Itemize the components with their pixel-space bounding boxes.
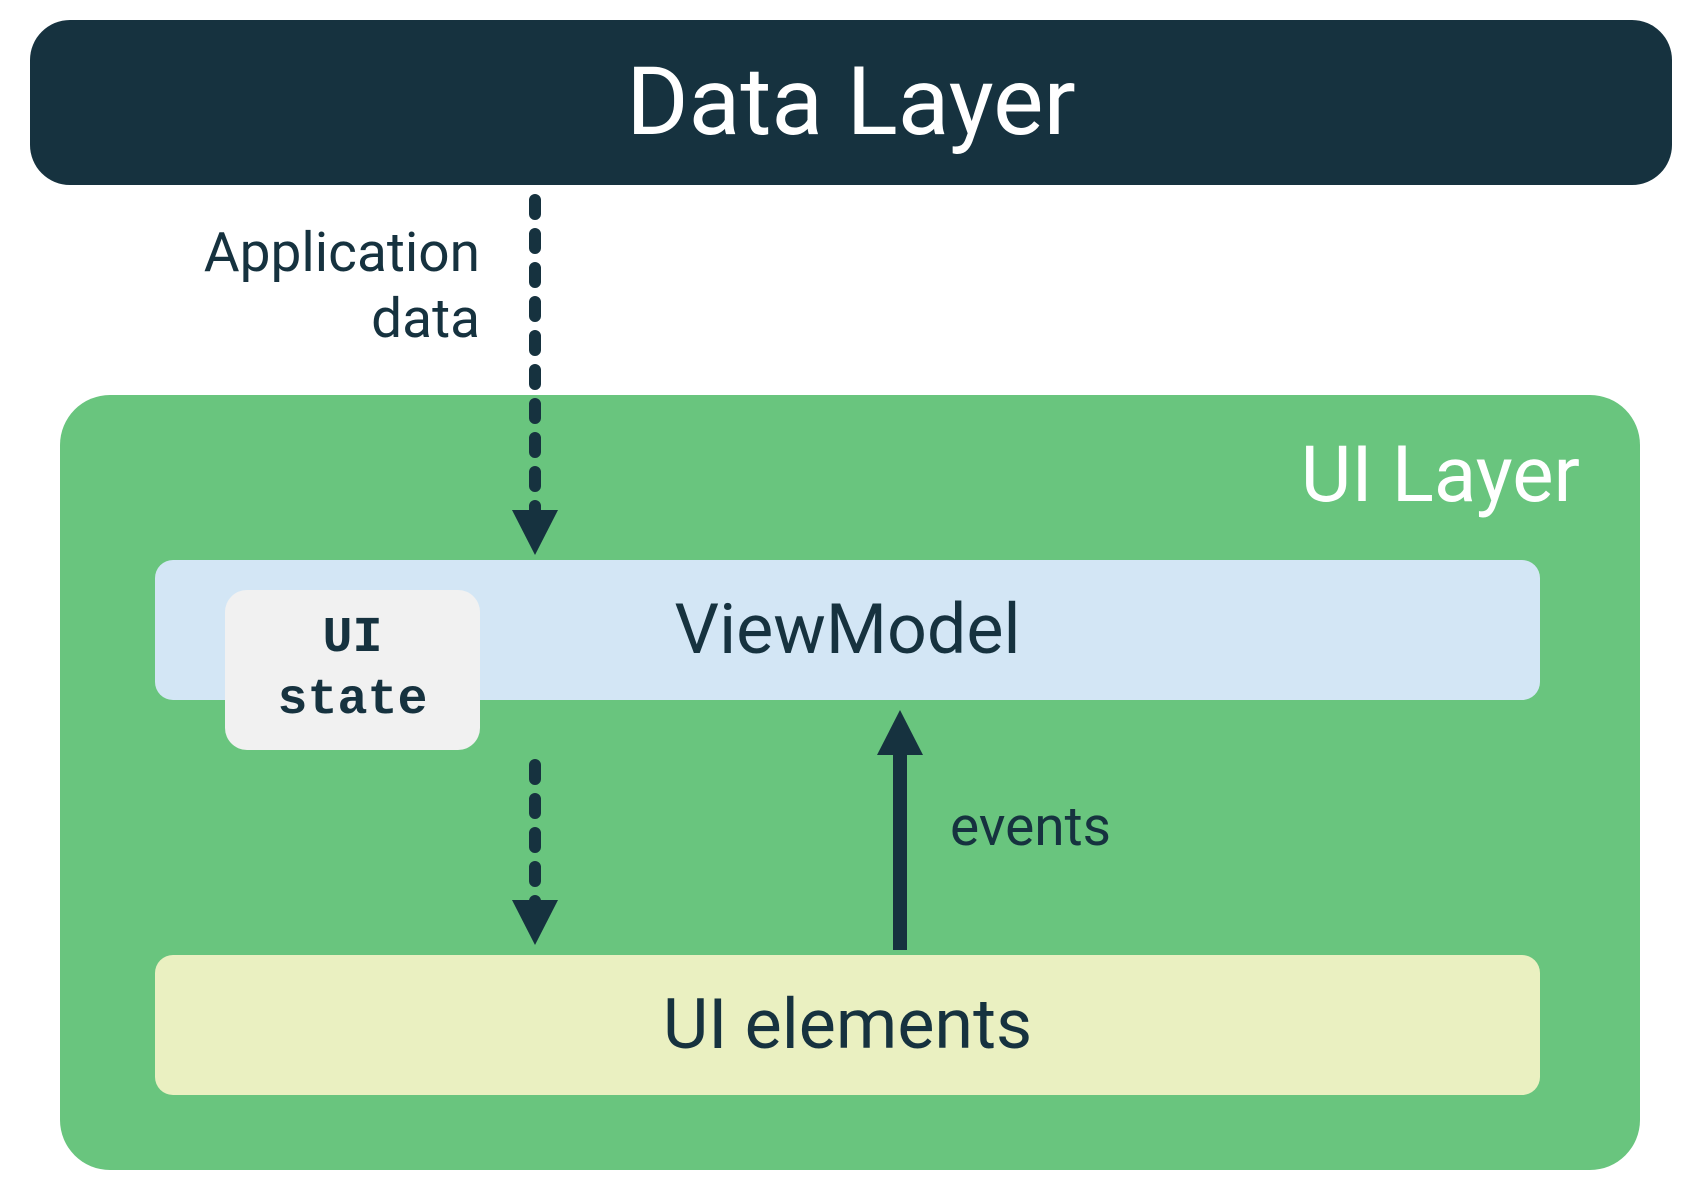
ui-elements-label: UI elements	[663, 984, 1032, 1066]
ui-layer-box: UI Layer ViewModel UI state UI elements …	[60, 395, 1640, 1170]
data-layer-box: Data Layer	[30, 20, 1672, 185]
data-layer-label: Data Layer	[626, 47, 1075, 158]
events-label: events	[950, 795, 1111, 859]
viewmodel-label: ViewModel	[675, 589, 1021, 671]
ui-layer-label: UI Layer	[1301, 430, 1580, 521]
ui-state-box: UI state	[225, 590, 480, 750]
application-data-label: Application data	[160, 220, 480, 352]
ui-state-label: UI state	[277, 608, 427, 733]
ui-elements-box: UI elements	[155, 955, 1540, 1095]
